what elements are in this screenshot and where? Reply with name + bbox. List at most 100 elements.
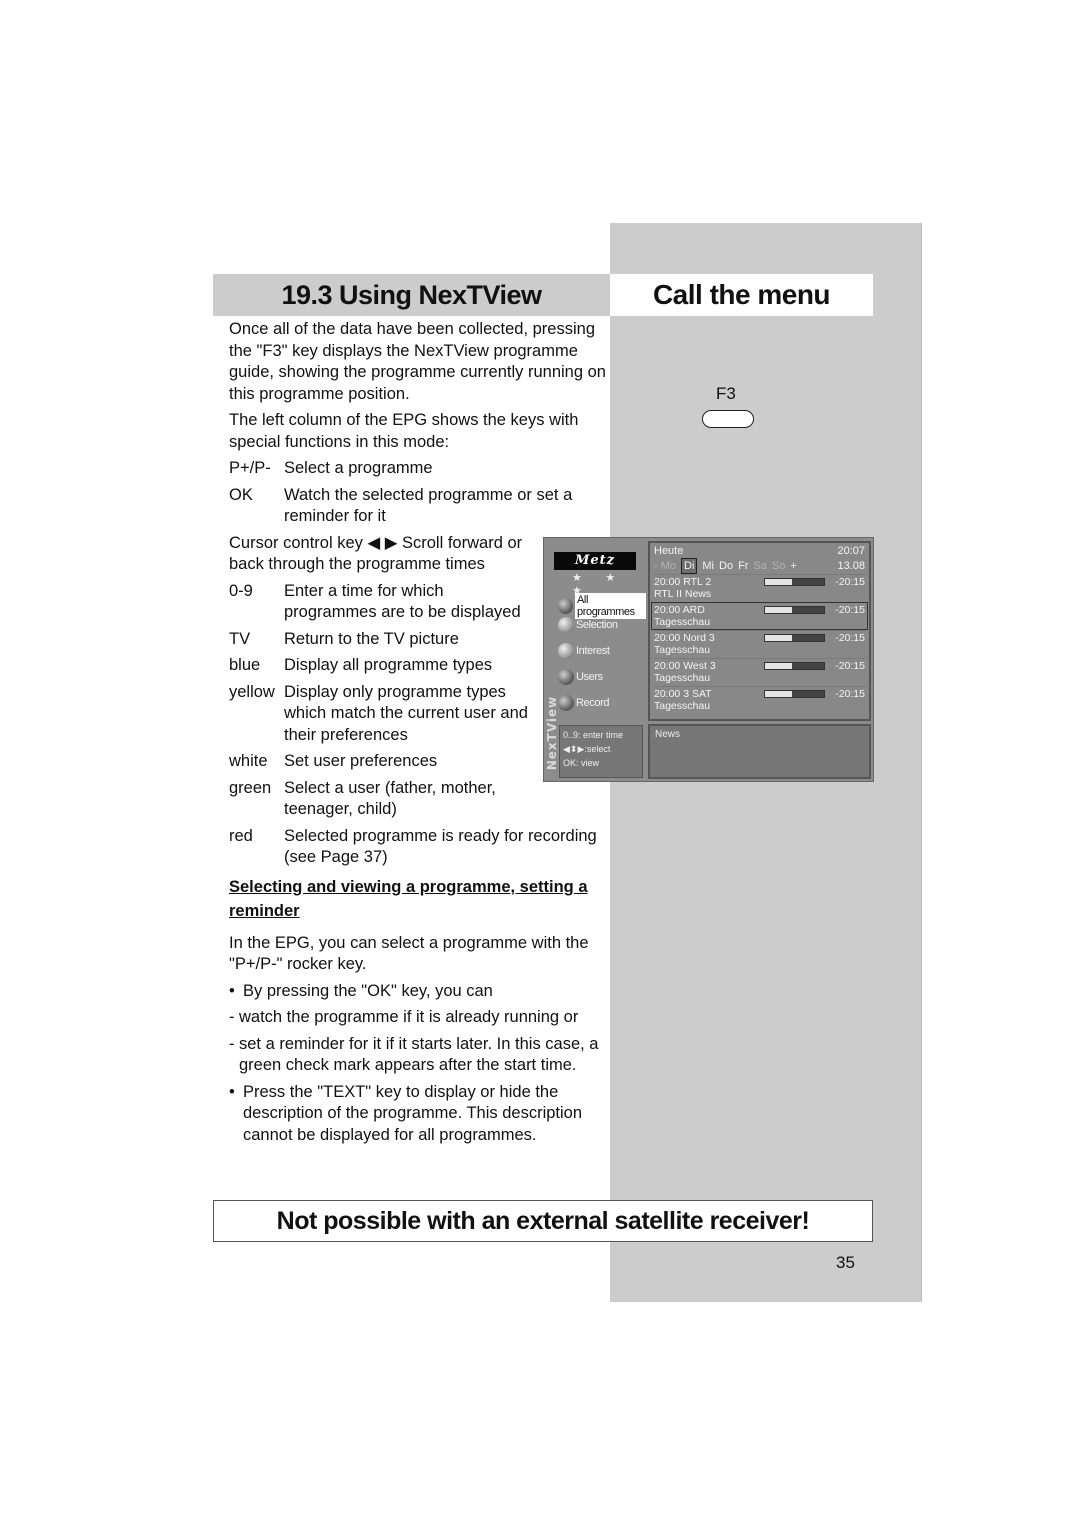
progress-fill — [765, 635, 792, 641]
programme-title: Tagesschau — [654, 700, 711, 712]
epg-menu-interest[interactable]: Interest — [558, 643, 610, 659]
programme-row[interactable]: 20:00 3 SAT Tagesschau -20:15 — [654, 686, 865, 714]
section-title: 19.3 Using NexTView — [213, 274, 610, 316]
key-name: OK — [229, 485, 253, 504]
help-line: ◀⬍▶:select — [563, 744, 611, 754]
day-prev[interactable]: - Mo — [654, 559, 676, 573]
dash-item: - set a reminder for it if it starts lat… — [229, 1034, 609, 1077]
warning-banner: Not possible with an external satellite … — [213, 1200, 873, 1242]
epg-menu-selection[interactable]: Selection — [558, 617, 618, 633]
key-desc: Select a user (father, mother, teenager,… — [284, 778, 496, 819]
progress-fill — [765, 607, 792, 613]
key-row: 0-9 Enter a time for which programmes ar… — [229, 581, 529, 624]
dash-item: - watch the programme if it is already r… — [229, 1007, 609, 1029]
key-row: green Select a user (father, mother, tee… — [229, 778, 609, 821]
clock: 20:07 — [837, 545, 865, 557]
button-ball-icon — [558, 598, 573, 614]
key-name: blue — [229, 656, 261, 674]
day-next[interactable]: + — [790, 559, 796, 573]
progress-fill — [765, 579, 792, 585]
key-desc: Display only programme types which match… — [284, 682, 528, 744]
button-ball-icon — [558, 643, 574, 659]
key-row: OK Watch the selected programme or set a… — [229, 485, 609, 528]
epg-help-box: 0..9: enter time ◀⬍▶:select OK: view — [559, 725, 643, 778]
day-tab[interactable]: So — [772, 559, 785, 573]
button-ball-icon — [558, 617, 574, 633]
programme-title: Tagesschau — [654, 616, 711, 628]
epg-screen: Metz ★ ★ ★ All programmes Selection Inte… — [543, 537, 874, 782]
key-row: P+/P- Select a programme — [229, 458, 609, 480]
button-ball-icon — [558, 669, 574, 685]
page-number: 35 — [836, 1253, 855, 1272]
epg-menu-users[interactable]: Users — [558, 669, 603, 685]
today-label: Heute — [654, 545, 684, 557]
bullet-icon: • — [229, 981, 235, 1000]
key-name: TV — [229, 629, 251, 648]
key-row: TV Return to the TV picture — [229, 629, 529, 651]
key-name: yellow — [229, 682, 275, 701]
key-row: yellow Display only programme types whic… — [229, 682, 529, 747]
f3-key-label: F3 — [716, 384, 736, 403]
help-line: 0..9: enter time — [563, 730, 624, 740]
remote-key-icon — [702, 410, 754, 428]
programme-title: Tagesschau — [654, 672, 711, 684]
programme-time-channel: 20:00 Nord 3 — [654, 632, 715, 644]
key-desc: Watch the selected programme or set a re… — [284, 485, 573, 526]
key-desc: Enter a time for which programmes are to… — [284, 581, 521, 622]
key-row: blue Display all programme types — [229, 655, 529, 677]
epg-sidebar: Metz ★ ★ ★ All programmes Selection Inte… — [544, 538, 646, 781]
programme-row[interactable]: 20:00 Nord 3 Tagesschau -20:15 — [654, 630, 865, 658]
programme-end-time: -20:15 — [835, 688, 865, 700]
key-row: white Set user preferences — [229, 751, 529, 773]
intro-paragraph: The left column of the EPG shows the key… — [229, 411, 579, 451]
progress-bar — [764, 578, 825, 586]
day-tab[interactable]: Mi — [702, 559, 714, 573]
dash-icon: - — [229, 1008, 235, 1026]
programme-time-channel: 20:00 West 3 — [654, 660, 716, 672]
programme-time-channel: 20:00 ARD — [654, 604, 705, 616]
day-tab[interactable]: Fr — [738, 559, 748, 573]
epg-menu-record[interactable]: Record — [558, 695, 609, 711]
progress-bar — [764, 606, 825, 614]
cursor-paragraph: Cursor control key ◀ ▶ Scroll forward or… — [229, 533, 523, 574]
key-row: red Selected programme is ready for reco… — [229, 826, 609, 869]
programme-end-time: -20:15 — [835, 660, 865, 672]
key-desc: Return to the TV picture — [284, 629, 459, 648]
progress-bar — [764, 690, 825, 698]
progress-fill — [765, 691, 792, 697]
programme-row[interactable]: 20:00 ARD Tagesschau -20:15 — [651, 602, 868, 630]
programme-title: Tagesschau — [654, 644, 711, 656]
bullet-item: • Press the "TEXT" key to display or hid… — [229, 1082, 609, 1147]
progress-fill — [765, 663, 792, 669]
programme-list: Heute 20:07 - Mo Di Mi Do Fr Sa So + 13.… — [648, 541, 871, 721]
key-name: green — [229, 778, 272, 797]
subsection-heading: Selecting and viewing a programme, setti… — [229, 877, 588, 920]
epg-menu-all-programmes[interactable]: All programmes — [558, 593, 646, 619]
intro-paragraph: Once all of the data have been collected… — [229, 320, 606, 403]
dash-icon: - — [229, 1034, 235, 1053]
day-tab[interactable]: Sa — [753, 559, 766, 573]
day-selector: - Mo Di Mi Do Fr Sa So + 13.08 — [654, 558, 865, 574]
key-name: P+/P- — [229, 459, 271, 477]
key-desc: Set user preferences — [284, 752, 438, 770]
programme-row[interactable]: 20:00 RTL 2 RTL II News -20:15 — [654, 574, 865, 602]
key-desc: Selected programme is ready for recordin… — [284, 826, 597, 867]
description-box: News — [648, 724, 871, 779]
button-ball-icon — [558, 695, 574, 711]
key-name: red — [229, 826, 253, 845]
metz-logo: Metz — [554, 552, 636, 570]
programme-end-time: -20:15 — [835, 576, 865, 588]
subsection-paragraph: In the EPG, you can select a programme w… — [229, 933, 589, 974]
day-tab[interactable]: Di — [681, 558, 698, 574]
programme-time-channel: 20:00 RTL 2 — [654, 576, 712, 588]
bullet-item: • By pressing the "OK" key, you can — [229, 981, 609, 1003]
day-tab[interactable]: Do — [719, 559, 733, 573]
key-name: white — [229, 752, 268, 770]
side-title: Call the menu — [610, 274, 873, 316]
programme-row[interactable]: 20:00 West 3 Tagesschau -20:15 — [654, 658, 865, 686]
bullet-icon: • — [229, 1082, 235, 1101]
progress-bar — [764, 662, 825, 670]
programme-end-time: -20:15 — [835, 604, 865, 616]
epg-header-row: Heute 20:07 — [654, 545, 865, 558]
progress-bar — [764, 634, 825, 642]
